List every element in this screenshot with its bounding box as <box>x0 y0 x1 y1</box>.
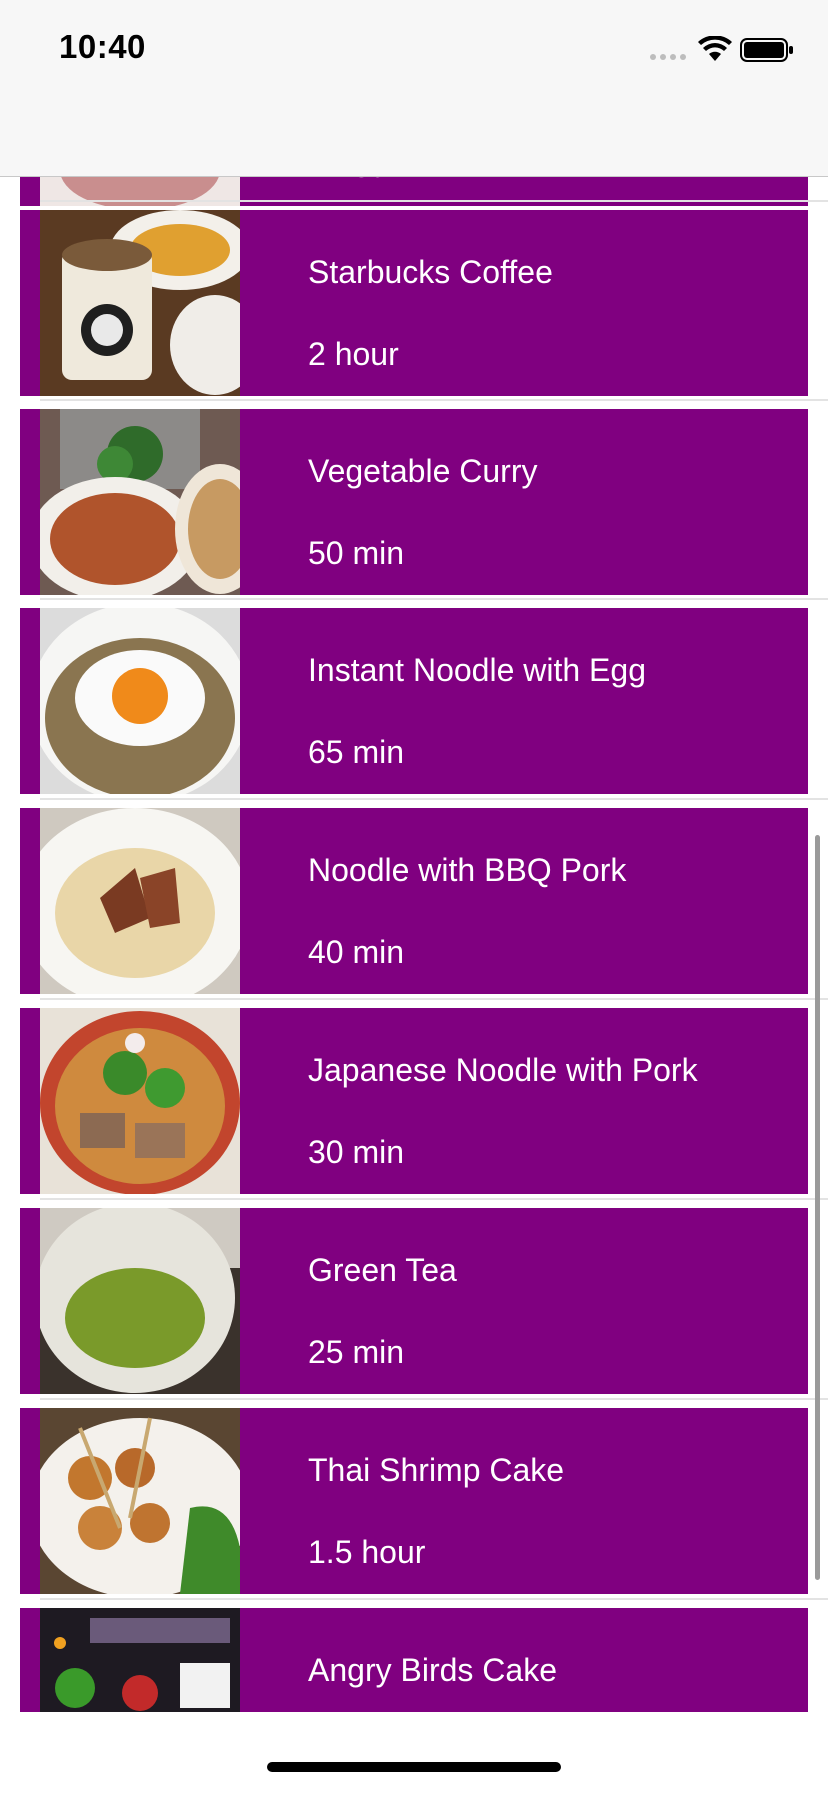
photo-japanese-noodle-pork <box>40 1008 240 1194</box>
row-separator <box>40 1398 828 1400</box>
row-accent <box>20 608 40 794</box>
wifi-icon <box>698 36 732 61</box>
row-accent <box>20 1608 40 1712</box>
list-item[interactable]: Starbucks Coffee 2 hour <box>0 200 828 410</box>
status-time: 10:40 <box>59 28 146 65</box>
row-separator <box>40 399 828 401</box>
recipe-title: Angry Birds Cake <box>308 1652 557 1688</box>
row-accent <box>20 210 40 396</box>
recipe-duration: 25 min <box>308 1334 405 1370</box>
photo-starbucks-coffee <box>40 210 240 396</box>
row-accent <box>20 1408 40 1594</box>
row-accent <box>20 1208 40 1394</box>
list-item[interactable]: Thai Shrimp Cake 1.5 hour <box>0 1398 828 1608</box>
row-separator <box>40 998 828 1000</box>
recipe-duration: 2 hour <box>308 336 399 372</box>
list-item[interactable]: Japanese Noodle with Pork 30 min <box>0 998 828 1208</box>
photo-instant-noodle-egg <box>40 608 240 794</box>
cellular-signal-icon <box>650 54 686 60</box>
recipe-title: Noodle with BBQ Pork <box>308 852 627 888</box>
photo-thai-shrimp-cake <box>40 1408 240 1594</box>
recipe-duration: 1.5 hour <box>308 1534 426 1570</box>
list-item[interactable]: Instant Noodle with Egg 65 min <box>0 598 828 808</box>
navigation-bar: 10:40 <box>0 0 828 177</box>
recipe-duration: 65 min <box>308 734 405 770</box>
list-item[interactable]: Green Tea 25 min <box>0 1198 828 1408</box>
recipe-title: Vegetable Curry <box>308 453 538 489</box>
recipe-duration: 30 min <box>308 1134 405 1170</box>
vertical-scrollbar[interactable] <box>815 835 820 1580</box>
list-item[interactable]: Vegetable Curry 50 min <box>0 399 828 609</box>
row-separator <box>40 200 828 202</box>
recipe-title: Japanese Noodle with Pork <box>308 1052 698 1088</box>
recipe-title: Green Tea <box>308 1252 457 1288</box>
photo-noodle-bbq-pork <box>40 808 240 994</box>
row-accent <box>20 1008 40 1194</box>
home-indicator[interactable] <box>267 1762 561 1772</box>
row-separator <box>40 798 828 800</box>
row-separator <box>40 1598 828 1600</box>
recipe-duration: 40 min <box>308 934 405 970</box>
row-accent <box>20 808 40 994</box>
photo-angry-birds-cake <box>40 1608 240 1712</box>
list-item[interactable]: Noodle with BBQ Pork 40 min <box>0 798 828 1008</box>
row-separator <box>40 598 828 600</box>
recipe-title: Instant Noodle with Egg <box>308 652 646 688</box>
row-separator <box>40 1198 828 1200</box>
battery-icon <box>740 38 793 62</box>
row-accent <box>20 409 40 595</box>
list-item[interactable]: Angry Birds Cake <box>0 1598 828 1808</box>
photo-vegetable-curry <box>40 409 240 595</box>
recipe-title: Starbucks Coffee <box>308 254 553 290</box>
recipe-title: Thai Shrimp Cake <box>308 1452 565 1488</box>
recipe-duration: 50 min <box>308 535 405 571</box>
photo-green-tea <box>40 1208 240 1394</box>
